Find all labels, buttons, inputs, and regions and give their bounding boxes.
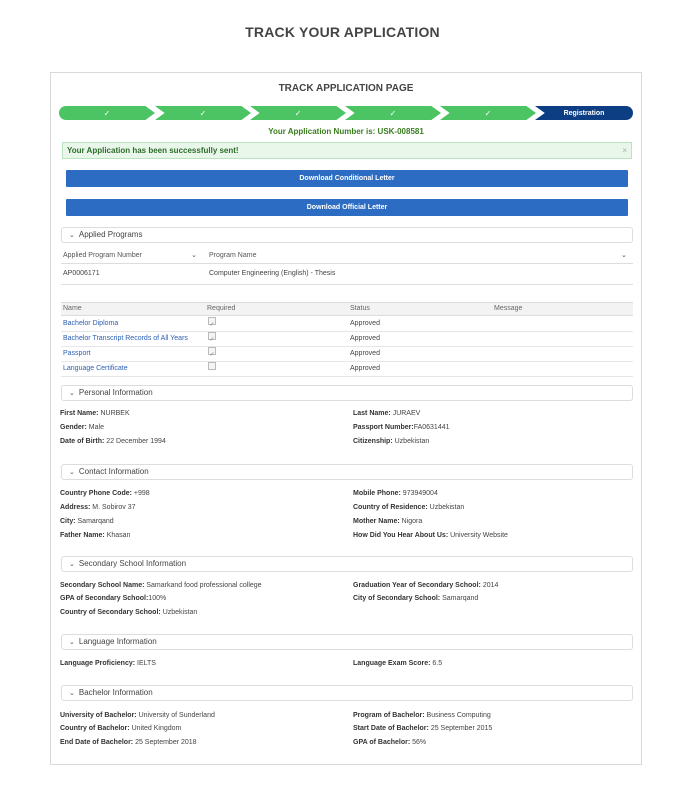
city: City: Samarqand bbox=[60, 518, 114, 525]
language-exam-score: Language Exam Score: 6.5 bbox=[353, 660, 443, 667]
document-link[interactable]: Bachelor Transcript Records of All Years bbox=[63, 332, 188, 346]
chevron-down-icon: ⌄ bbox=[69, 690, 75, 697]
documents-table-header: Name Required Status Message bbox=[61, 302, 633, 316]
card-title: TRACK APPLICATION PAGE bbox=[278, 83, 414, 94]
document-row: Bachelor Diploma ✓ Approved bbox=[61, 317, 633, 332]
language-proficiency: Language Proficiency: IELTS bbox=[60, 660, 156, 667]
document-link[interactable]: Passport bbox=[63, 347, 91, 361]
document-row: Language Certificate Approved bbox=[61, 362, 633, 377]
first-name: First Name: NURBEK bbox=[60, 410, 130, 417]
secondary-city: City of Secondary School: Samarqand bbox=[353, 595, 479, 602]
column-header[interactable]: Applied Program Number bbox=[63, 247, 142, 264]
document-link[interactable]: Language Certificate bbox=[63, 362, 128, 376]
document-link[interactable]: Bachelor Diploma bbox=[63, 317, 118, 331]
page-title: TRACK YOUR APPLICATION bbox=[245, 24, 440, 40]
required-checkbox bbox=[208, 362, 216, 370]
document-row: Passport ✓ Approved bbox=[61, 347, 633, 362]
bachelor-information-header[interactable]: ⌄ Bachelor Information bbox=[61, 685, 633, 701]
alert-message: Your Application has been successfully s… bbox=[67, 146, 239, 155]
start-date-of-bachelor: Start Date of Bachelor: 25 September 201… bbox=[353, 725, 493, 732]
close-icon[interactable]: × bbox=[622, 143, 627, 158]
country-of-bachelor: Country of Bachelor: United Kingdom bbox=[60, 725, 182, 732]
university-of-bachelor: University of Bachelor: University of Su… bbox=[60, 712, 215, 719]
table-row: AP0006171 Computer Engineering (English)… bbox=[61, 265, 633, 285]
last-name: Last Name: JURAEV bbox=[353, 410, 421, 417]
secondary-country: Country of Secondary School: Uzbekistan bbox=[60, 609, 198, 616]
step-registration[interactable]: Registration bbox=[535, 106, 633, 120]
how-did-you-hear: How Did You Hear About Us: University We… bbox=[353, 532, 508, 539]
end-date-of-bachelor: End Date of Bachelor: 25 September 2018 bbox=[60, 739, 197, 746]
check-icon: ✓ bbox=[103, 108, 111, 118]
download-conditional-letter-button[interactable]: Download Conditional Letter bbox=[66, 170, 628, 187]
track-application-card: TRACK APPLICATION PAGE ✓ ✓ ✓ ✓ ✓ Registr… bbox=[50, 72, 642, 765]
gender: Gender: Male bbox=[60, 424, 104, 431]
required-checkbox: ✓ bbox=[208, 347, 216, 358]
check-icon: ✓ bbox=[389, 108, 397, 118]
country-of-residence: Country of Residence: Uzbekistan bbox=[353, 504, 465, 511]
column-header[interactable]: Program Name bbox=[209, 247, 256, 264]
step-2[interactable]: ✓ bbox=[155, 106, 251, 120]
application-number: Your Application Number is: USK-008581 bbox=[268, 127, 424, 136]
sort-icon[interactable]: ⌄ bbox=[621, 247, 627, 264]
personal-information-header[interactable]: ⌄ Personal Information bbox=[61, 385, 633, 401]
gpa-of-bachelor: GPA of Bachelor: 56% bbox=[353, 739, 427, 746]
check-icon: ✓ bbox=[484, 108, 492, 118]
required-checkbox: ✓ bbox=[208, 317, 216, 328]
father-name: Father Name: Khasan bbox=[60, 532, 131, 539]
check-icon: ✓ bbox=[294, 108, 302, 118]
secondary-gpa: GPA of Secondary School:100% bbox=[60, 595, 167, 602]
graduation-year: Graduation Year of Secondary School: 201… bbox=[353, 582, 499, 589]
chevron-down-icon: ⌄ bbox=[69, 232, 75, 239]
chevron-down-icon: ⌄ bbox=[69, 561, 75, 568]
required-checkbox: ✓ bbox=[208, 332, 216, 343]
applied-programs-header[interactable]: ⌄ Applied Programs bbox=[61, 227, 633, 243]
contact-information-header[interactable]: ⌄ Contact Information bbox=[61, 464, 633, 480]
address: Address: M. Sobirov 37 bbox=[60, 504, 136, 511]
citizenship: Citizenship: Uzbekistan bbox=[353, 438, 430, 445]
success-alert: Your Application has been successfully s… bbox=[62, 142, 632, 159]
program-of-bachelor: Program of Bachelor: Business Computing bbox=[353, 712, 491, 719]
check-icon: ✓ bbox=[199, 108, 207, 118]
mother-name: Mother Name: Nigora bbox=[353, 518, 423, 525]
sort-icon[interactable]: ⌄ bbox=[191, 247, 197, 264]
chevron-down-icon: ⌄ bbox=[69, 469, 75, 476]
passport-number: Passport Number:FA0631441 bbox=[353, 424, 450, 431]
chevron-down-icon: ⌄ bbox=[69, 639, 75, 646]
step-3[interactable]: ✓ bbox=[250, 106, 346, 120]
progress-steps: ✓ ✓ ✓ ✓ ✓ Registration bbox=[59, 106, 634, 120]
document-row: Bachelor Transcript Records of All Years… bbox=[61, 332, 633, 347]
chevron-down-icon: ⌄ bbox=[69, 390, 75, 397]
mobile-phone: Mobile Phone: 973949004 bbox=[353, 490, 438, 497]
country-phone-code: Country Phone Code: +998 bbox=[60, 490, 150, 497]
date-of-birth: Date of Birth: 22 December 1994 bbox=[60, 438, 166, 445]
language-information-header[interactable]: ⌄ Language Information bbox=[61, 634, 633, 650]
secondary-school-information-header[interactable]: ⌄ Secondary School Information bbox=[61, 556, 633, 572]
applied-programs-table-header: Applied Program Number ⌄ Program Name ⌄ bbox=[61, 247, 633, 264]
step-4[interactable]: ✓ bbox=[345, 106, 441, 120]
secondary-school-name: Secondary School Name: Samarkand food pr… bbox=[60, 582, 262, 589]
download-official-letter-button[interactable]: Download Official Letter bbox=[66, 199, 628, 216]
step-1[interactable]: ✓ bbox=[59, 106, 155, 120]
step-5[interactable]: ✓ bbox=[440, 106, 536, 120]
